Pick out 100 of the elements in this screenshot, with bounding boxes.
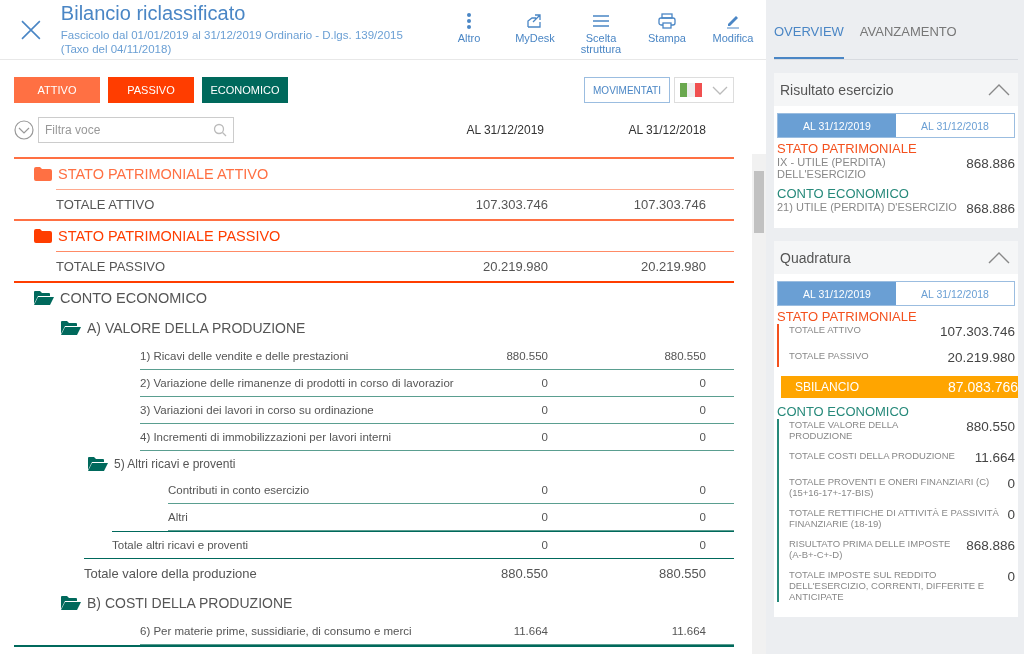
item-label: IX - UTILE (PERDITA) DELL'ESERCIZIO	[777, 156, 887, 180]
open-folder-icon	[61, 596, 81, 610]
filter-field[interactable]: Filtra voce	[38, 117, 234, 143]
block-title: STATO PATRIMONIALE	[777, 141, 918, 156]
item-label: TOTALE COSTI DELLA PRODUZIONE	[789, 450, 956, 461]
toolbar-button[interactable]: Altro	[436, 0, 502, 55]
toolbar-button[interactable]: Modifica	[700, 0, 766, 55]
total-label: Totale valore della produzione	[84, 566, 258, 581]
item-value: 107.303.746	[939, 324, 1015, 339]
scrollbar[interactable]	[752, 154, 766, 654]
expand-icon[interactable]	[14, 120, 34, 140]
more-icon	[466, 12, 472, 30]
amount: 0	[698, 404, 706, 416]
amount: 0	[698, 431, 706, 443]
section-title: STATO PATRIMONIALE ATTIVO	[58, 166, 269, 182]
flag-icon	[680, 83, 702, 97]
block-title: STATO PATRIMONIALE	[777, 309, 918, 324]
section-tab[interactable]: ECONOMICO	[202, 77, 288, 103]
scrollbar-thumb[interactable]	[754, 171, 764, 233]
toolbar-button[interactable]: Stampa	[634, 0, 700, 55]
item-value: 0	[1007, 507, 1015, 522]
pencil-icon	[725, 13, 741, 29]
item-label: Altri	[168, 511, 189, 523]
amount: 0	[540, 377, 548, 389]
item-value: 868.886	[966, 538, 1015, 553]
group-title: B) COSTI DELLA PRODUZIONE	[87, 595, 293, 611]
item-label: TOTALE RETTIFICHE DI ATTIVITÀ E PASSIVITÀ FINANZIARIE (18-19)	[789, 507, 1000, 529]
amount: 11.664	[512, 625, 548, 637]
card-title: Risultato esercizio	[780, 81, 894, 98]
section-tab[interactable]: ATTIVO	[14, 77, 100, 103]
block-title: CONTO ECONOMICO	[777, 404, 910, 419]
item-label: 6) Per materie prime, sussidiarie, di consumo e merci	[140, 625, 413, 637]
card-title: Quadratura	[780, 249, 851, 266]
language-dropdown[interactable]	[674, 77, 734, 103]
open-folder-icon	[61, 321, 81, 335]
imbalance-value: 87.083.766	[947, 379, 1018, 395]
item-value: 868.886	[966, 156, 1015, 171]
section-tab[interactable]: PASSIVO	[108, 77, 194, 103]
amount: 11.664	[670, 625, 706, 637]
item-label: 3) Variazioni dei lavori in corso su ordinazione	[140, 404, 375, 416]
item-value: 11.664	[974, 450, 1015, 465]
item-value: 0	[1007, 569, 1015, 584]
item-value: 868.886	[966, 201, 1015, 216]
page-subtitle: Fascicolo dal 01/01/2019 al 31/12/2019 Ordinario - D.lgs. 139/2015 (Taxo del 04/11/2018)	[60, 28, 404, 56]
toolbar-button[interactable]: MyDesk	[502, 0, 568, 55]
amount: 0	[698, 539, 706, 551]
amount: 0	[540, 484, 548, 496]
group-title: CONTO ECONOMICO	[60, 290, 208, 306]
amount: 0	[540, 539, 548, 551]
amount: 880.550	[500, 566, 548, 581]
amount: 0	[698, 377, 706, 389]
panel-tab[interactable]: AVANZAMENTO	[859, 24, 957, 59]
item-value: 880.550	[966, 419, 1015, 434]
item-label: TOTALE ATTIVO	[789, 324, 862, 335]
toolbar-button[interactable]: Scelta struttura	[568, 0, 634, 55]
item-label: TOTALE IMPOSTE SUL REDDITO DELL'ESERCIZIO, CORRENTI, DIFFERITE E ANTICIPATE	[789, 569, 985, 602]
total-label: TOTALE PASSIVO	[56, 259, 167, 274]
close-icon[interactable]	[21, 20, 41, 40]
amount: 107.303.746	[474, 197, 548, 212]
amount: 880.550	[663, 350, 706, 362]
imbalance-label: SBILANCIO	[795, 380, 860, 394]
item-label: 4) Incrementi di immobilizzazioni per lavori interni	[140, 431, 393, 443]
total-label: Totale altri ricavi e proventi	[112, 539, 250, 551]
item-label: TOTALE VALORE DELLA PRODUZIONE	[789, 419, 899, 441]
item-label: TOTALE PASSIVO	[789, 350, 870, 361]
amount: 880.550	[658, 566, 706, 581]
block-title: CONTO ECONOMICO	[777, 186, 910, 201]
total-label: TOTALE ATTIVO	[56, 197, 156, 212]
amount: 0	[540, 431, 548, 443]
printer-icon	[658, 13, 676, 29]
item-label: 21) UTILE (PERDITA) D'ESERCIZIO	[777, 201, 958, 213]
amount: 0	[698, 484, 706, 496]
caret-icon	[712, 85, 728, 95]
menu-icon	[592, 14, 610, 28]
page-title: Bilancio riclassificato	[60, 2, 247, 25]
amount: 107.303.746	[632, 197, 706, 212]
movimentati-button[interactable]: MOVIMENTATI	[584, 77, 670, 103]
open-folder-icon	[88, 457, 108, 471]
amount: 880.550	[505, 350, 548, 362]
item-label: RISULTATO PRIMA DELLE IMPOSTE (A-B+-C+-D)	[789, 538, 952, 560]
item-label: 2) Variazione delle rimanenze di prodotti in corso di lavorazior	[140, 377, 455, 389]
panel-tab[interactable]: OVERVIEW	[774, 24, 844, 59]
item-label: TOTALE PROVENTI E ONERI FINANZIARI (C) (15+16-17+-17-BIS)	[789, 476, 991, 498]
group-title: A) VALORE DELLA PRODUZIONE	[87, 320, 306, 336]
amount: 0	[540, 511, 548, 523]
chevron-icon[interactable]	[988, 83, 1010, 96]
search-icon	[213, 123, 227, 137]
amount: 20.219.980	[481, 259, 548, 274]
section-title: STATO PATRIMONIALE PASSIVO	[58, 228, 281, 244]
date-toggle[interactable]: AL 31/12/2019	[778, 282, 896, 305]
item-value: 0	[1007, 476, 1015, 491]
column-header: AL 31/12/2018	[627, 123, 706, 137]
item-label: 1) Ricavi delle vendite e delle prestazioni	[140, 350, 350, 362]
column-header: AL 31/12/2019	[465, 123, 544, 137]
amount: 0	[540, 404, 548, 416]
group-title: 5) Altri ricavi e proventi	[114, 457, 236, 471]
item-label: Contributi in conto esercizio	[168, 484, 311, 496]
chevron-icon[interactable]	[988, 251, 1010, 264]
date-toggle[interactable]: AL 31/12/2019	[778, 114, 896, 137]
amount: 20.219.980	[639, 259, 706, 274]
